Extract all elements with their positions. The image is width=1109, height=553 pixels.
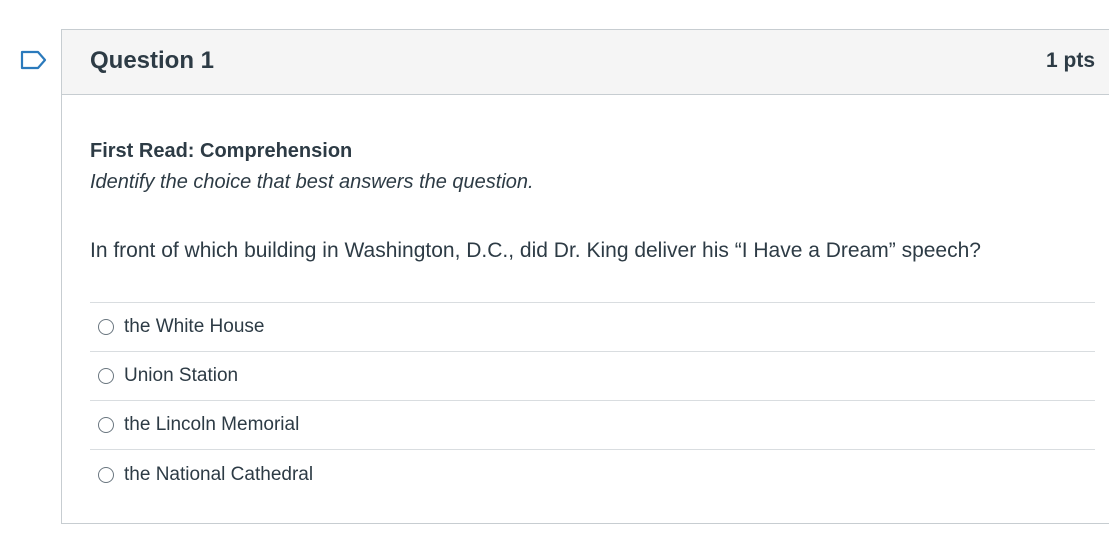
question-points: 1 pts bbox=[1045, 49, 1095, 72]
question-body: First Read: Comprehension Identify the c… bbox=[90, 136, 1095, 266]
flag-question-button[interactable] bbox=[20, 50, 48, 70]
answer-label: the Lincoln Memorial bbox=[124, 414, 300, 435]
answer-label: Union Station bbox=[124, 365, 239, 386]
answer-option-national-cathedral[interactable]: the National Cathedral bbox=[90, 450, 1095, 499]
answer-option-lincoln-memorial[interactable]: the Lincoln Memorial bbox=[90, 401, 1095, 450]
radio-unchecked-icon[interactable] bbox=[98, 319, 114, 335]
answer-label: the National Cathedral bbox=[124, 463, 314, 485]
radio-unchecked-icon[interactable] bbox=[98, 417, 114, 433]
question-header: Question 1 1 pts bbox=[62, 30, 1109, 95]
question-prompt: In front of which building in Washington… bbox=[90, 239, 981, 262]
answer-option-union-station[interactable]: Union Station bbox=[90, 352, 1095, 401]
question-title: Question 1 bbox=[90, 47, 215, 74]
answer-list: the White House Union Station the Lincol… bbox=[90, 302, 1095, 499]
answer-option-white-house[interactable]: the White House bbox=[90, 303, 1095, 352]
radio-unchecked-icon[interactable] bbox=[98, 466, 114, 483]
answer-label: the White House bbox=[124, 316, 265, 337]
question-card: Question 1 1 pts First Read: Comprehensi… bbox=[61, 29, 1109, 524]
instructions-text: Identify the choice that best answers th… bbox=[90, 171, 534, 193]
section-title: First Read: Comprehension bbox=[90, 140, 353, 162]
radio-unchecked-icon[interactable] bbox=[98, 368, 114, 384]
flag-icon bbox=[20, 50, 47, 70]
